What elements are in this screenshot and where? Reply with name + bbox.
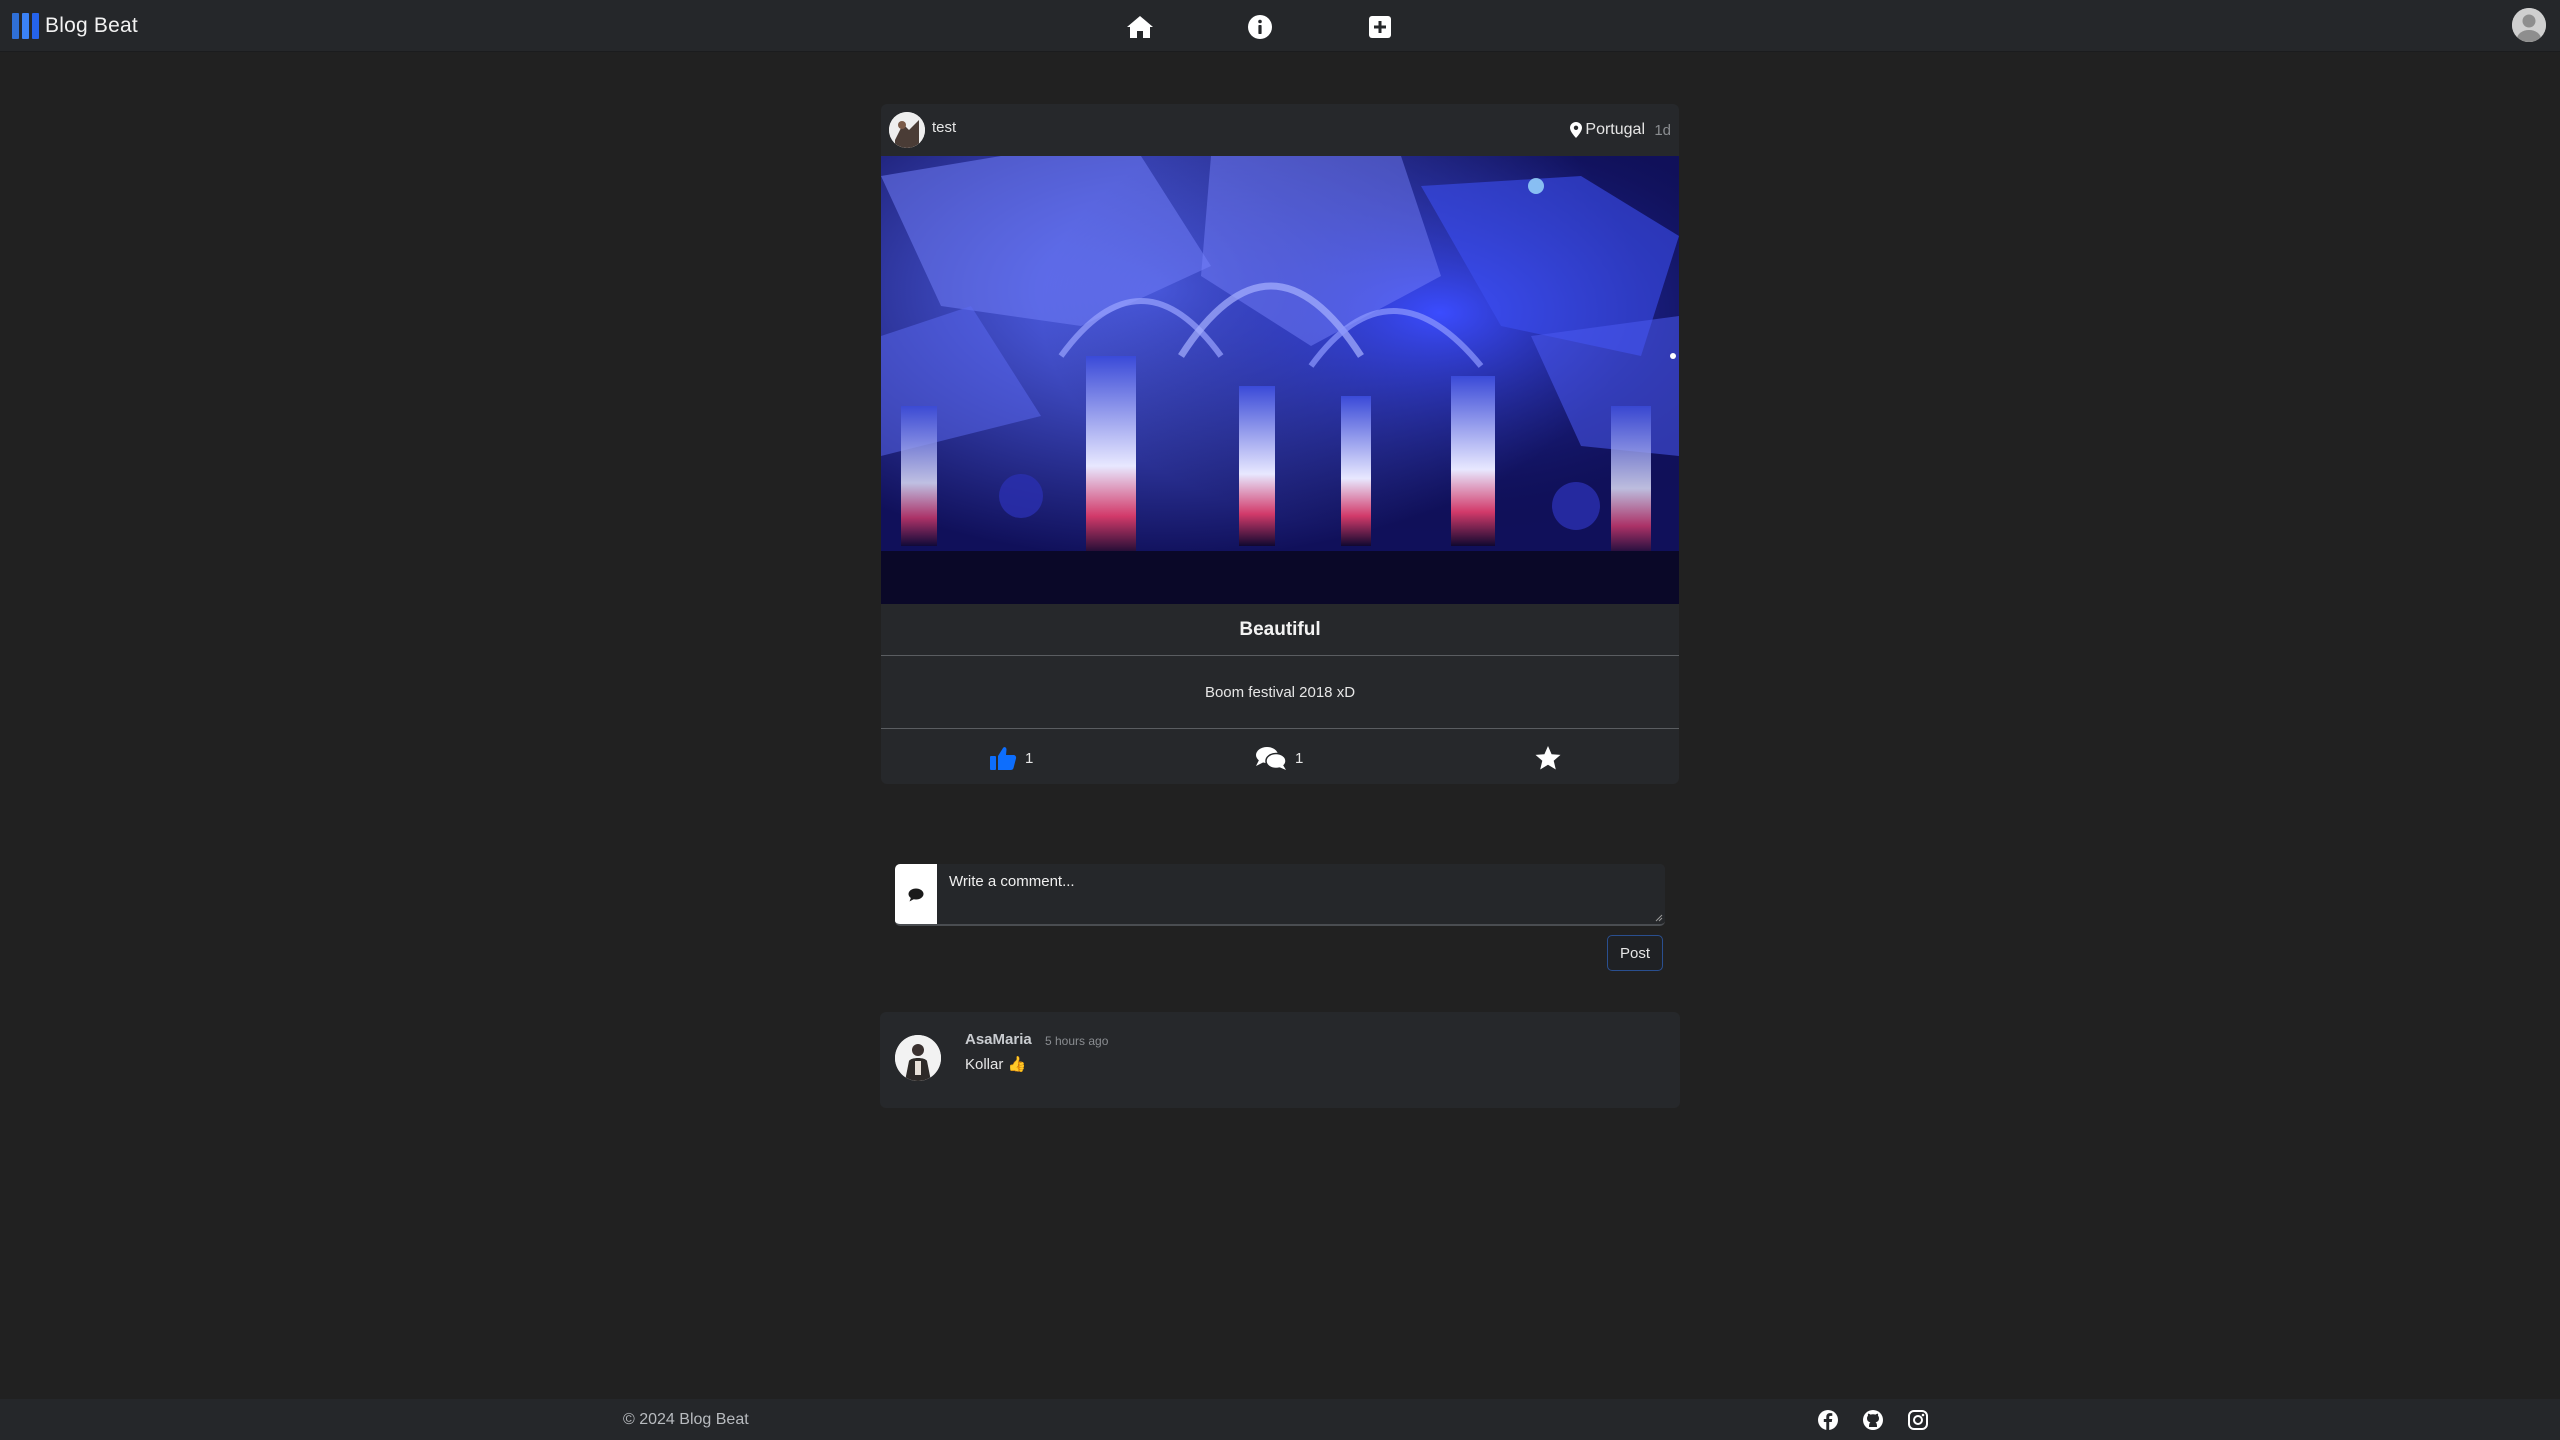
github-icon[interactable] bbox=[1862, 1409, 1884, 1431]
post-image[interactable] bbox=[881, 156, 1679, 604]
user-avatar-icon[interactable] bbox=[2512, 8, 2546, 42]
post-age: 1d bbox=[1654, 122, 1671, 139]
comments-button[interactable]: 1 bbox=[1255, 744, 1303, 772]
star-icon bbox=[1535, 746, 1561, 770]
brand-name: Blog Beat bbox=[45, 14, 138, 37]
home-icon[interactable] bbox=[1126, 13, 1154, 41]
comment-input[interactable] bbox=[937, 864, 1665, 924]
comment-form bbox=[895, 864, 1665, 926]
brand-logo-icon bbox=[12, 13, 39, 39]
like-count: 1 bbox=[1025, 749, 1034, 767]
comment-item: AsaMaria 5 hours ago Kollar 👍 bbox=[880, 1012, 1680, 1108]
instagram-icon[interactable] bbox=[1907, 1409, 1929, 1431]
comments-icon bbox=[1256, 747, 1287, 770]
post-author-name[interactable]: test bbox=[932, 119, 956, 136]
comment-count: 1 bbox=[1295, 749, 1304, 767]
comment-input-icon-box bbox=[895, 864, 937, 924]
post-location-text: Portugal bbox=[1585, 121, 1645, 138]
post-body: Boom festival 2018 xD bbox=[881, 657, 1679, 729]
comment-timestamp: 5 hours ago bbox=[1045, 1034, 1109, 1048]
add-post-icon[interactable] bbox=[1366, 13, 1394, 41]
resize-grip-icon[interactable] bbox=[1655, 914, 1663, 922]
post-actions: 1 1 bbox=[881, 730, 1679, 784]
favorite-button[interactable] bbox=[1534, 744, 1562, 772]
location-pin-icon bbox=[1570, 122, 1583, 138]
comment-text: Kollar 👍 bbox=[965, 1056, 1027, 1073]
post-header: test Portugal 1d bbox=[881, 104, 1679, 156]
facebook-icon[interactable] bbox=[1817, 1409, 1839, 1431]
post-card: test Portugal 1d Beautiful Boom festival… bbox=[881, 104, 1679, 784]
copyright-text: © 2024 Blog Beat bbox=[623, 1411, 749, 1428]
top-navbar: Blog Beat bbox=[0, 0, 2560, 52]
post-comment-button[interactable]: Post bbox=[1607, 935, 1663, 971]
post-author-avatar[interactable] bbox=[889, 112, 925, 148]
comment-author-avatar[interactable] bbox=[895, 1035, 941, 1081]
post-location: Portugal bbox=[1570, 121, 1645, 139]
like-button[interactable]: 1 bbox=[989, 744, 1033, 772]
footer: © 2024 Blog Beat bbox=[0, 1399, 2560, 1440]
brand-link[interactable]: Blog Beat bbox=[12, 12, 138, 40]
post-title: Beautiful bbox=[881, 604, 1679, 656]
thumbs-up-icon bbox=[990, 747, 1017, 770]
speech-bubble-icon bbox=[908, 888, 924, 902]
info-icon[interactable] bbox=[1246, 13, 1274, 41]
comment-author-name[interactable]: AsaMaria bbox=[965, 1031, 1032, 1048]
